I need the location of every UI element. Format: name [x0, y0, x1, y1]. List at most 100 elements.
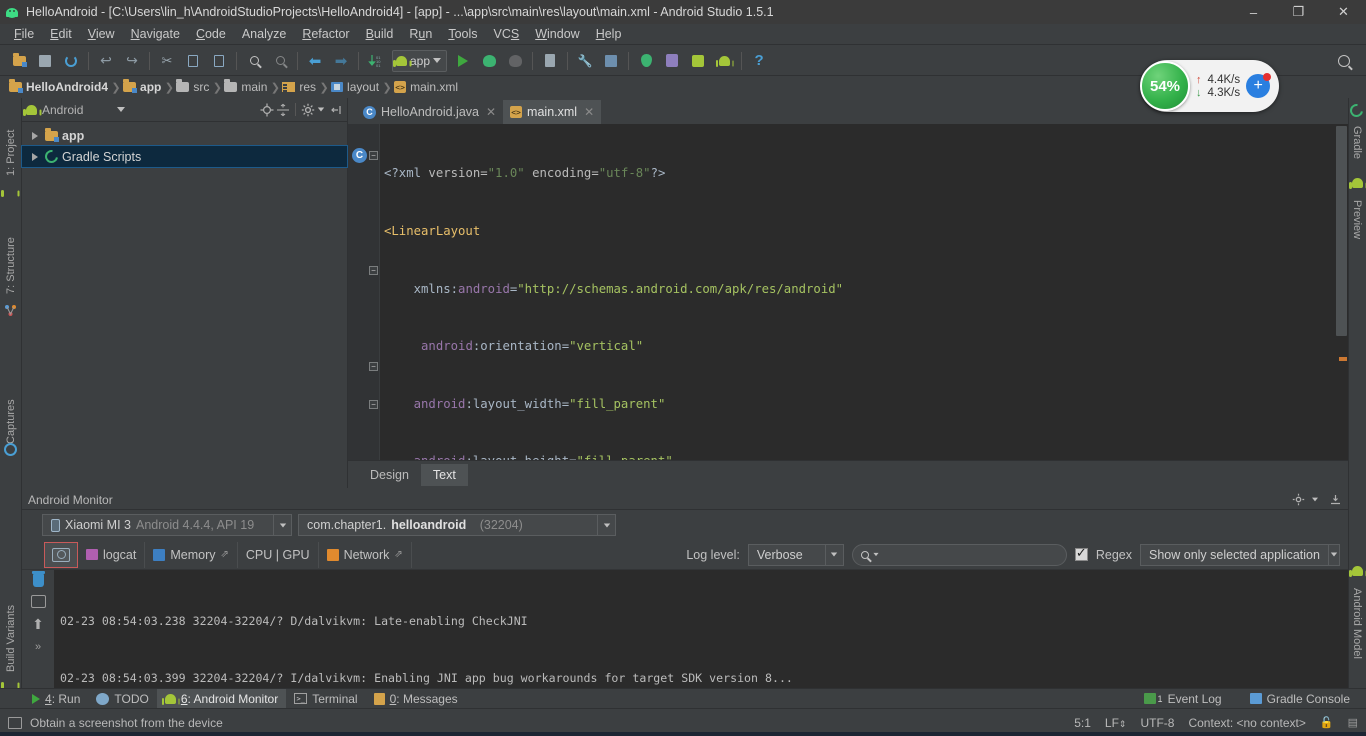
logcat-output[interactable]: 02-23 08:54:03.238 32204-32204/? D/dalvi… — [54, 570, 1338, 688]
maximize-button[interactable]: ❐ — [1276, 0, 1321, 24]
breadcrumb-item-src[interactable]: src — [173, 79, 213, 95]
bottom-tab-android-monitor[interactable]: 6: Android Monitor — [156, 688, 287, 709]
sdk-update-icon[interactable] — [686, 49, 710, 73]
tab-memory[interactable]: Memory ⇗ — [145, 541, 238, 568]
chevron-down-icon[interactable] — [317, 107, 325, 112]
sidebar-item-structure[interactable]: 7: Structure — [0, 206, 22, 298]
run-configuration-selector[interactable]: app — [392, 49, 448, 72]
tab-helloandroid-java[interactable]: C HelloAndroid.java ✕ — [356, 100, 503, 124]
memory-usage-circle[interactable]: 54% — [1140, 61, 1190, 111]
undo-icon[interactable]: ↩ — [94, 49, 118, 73]
log-level-selector[interactable]: Verbose — [747, 543, 844, 566]
attach-debugger-icon[interactable] — [538, 49, 562, 73]
breadcrumb-item-app[interactable]: app — [120, 79, 165, 95]
more-icon[interactable]: » — [35, 641, 41, 653]
lock-icon[interactable]: 🔓 — [1320, 716, 1334, 729]
chevron-right-icon[interactable] — [32, 152, 38, 161]
sidebar-item-gradle[interactable]: Gradle — [1348, 122, 1366, 170]
replace-icon[interactable] — [268, 49, 292, 73]
chevron-down-icon[interactable] — [273, 515, 291, 535]
menu-run[interactable]: Run — [401, 25, 440, 43]
caret-position[interactable]: 5:1 — [1074, 716, 1091, 730]
bottom-tab-terminal[interactable]: >_ Terminal — [286, 689, 365, 709]
line-separator[interactable]: LF⇕ — [1105, 716, 1127, 730]
bottom-tab-run[interactable]: 4: Run — [24, 689, 88, 709]
breadcrumb-item-res[interactable]: res — [279, 79, 320, 95]
logcat-scrollbar[interactable] — [1338, 570, 1348, 688]
close-icon[interactable]: ✕ — [486, 105, 496, 119]
tab-text[interactable]: Text — [420, 463, 468, 486]
chevron-down-icon[interactable] — [873, 552, 879, 557]
paste-icon[interactable] — [207, 49, 231, 73]
network-speed-widget[interactable]: 54% ↑ 4.4K/s ↓ 4.3K/s + — [1140, 60, 1279, 112]
search-everywhere-icon[interactable] — [1332, 49, 1356, 73]
avd-manager-icon[interactable] — [660, 49, 684, 73]
application-filter-selector[interactable]: Show only selected application — [1140, 543, 1340, 566]
tab-cpu-gpu[interactable]: CPU | GPU — [238, 541, 319, 568]
device-selector[interactable]: Xiaomi MI 3 Android 4.4.4, API 19 — [42, 514, 292, 536]
editor-scrollbar[interactable] — [1334, 124, 1348, 460]
chevron-down-icon[interactable] — [597, 515, 615, 535]
breadcrumb-item-main[interactable]: main — [221, 79, 271, 95]
close-icon[interactable]: ✕ — [584, 105, 594, 119]
scrollbar-thumb[interactable] — [1336, 126, 1347, 336]
menu-vcs[interactable]: VCS — [486, 25, 528, 43]
context-indicator[interactable]: Context: <no context> — [1188, 716, 1305, 730]
android-device-monitor-icon[interactable] — [712, 49, 736, 73]
tab-design[interactable]: Design — [358, 464, 421, 486]
menu-navigate[interactable]: Navigate — [123, 25, 188, 43]
tab-main-xml[interactable]: <> main.xml ✕ — [503, 100, 602, 124]
chevron-down-icon[interactable] — [117, 107, 126, 112]
target-icon[interactable] — [260, 103, 274, 117]
detach-icon[interactable]: ⇗ — [394, 549, 402, 560]
help-icon[interactable]: ? — [747, 49, 771, 73]
run-button[interactable] — [451, 49, 475, 73]
tree-item-gradle-scripts[interactable]: Gradle Scripts — [21, 145, 348, 168]
close-button[interactable]: ✕ — [1321, 0, 1366, 24]
sidebar-item-captures[interactable]: Captures — [0, 376, 22, 448]
menu-refactor[interactable]: Refactor — [294, 25, 357, 43]
fold-toggle-icon[interactable]: − — [369, 151, 378, 160]
find-icon[interactable] — [242, 49, 266, 73]
add-widget-button[interactable]: + — [1246, 73, 1272, 98]
menu-tools[interactable]: Tools — [440, 25, 485, 43]
menu-help[interactable]: Help — [588, 25, 630, 43]
back-icon[interactable]: ⬅ — [303, 49, 327, 73]
fold-toggle-icon[interactable]: − — [369, 362, 378, 371]
coverage-button[interactable] — [503, 49, 527, 73]
open-project-icon[interactable] — [7, 49, 31, 73]
minimize-button[interactable]: – — [1231, 0, 1276, 24]
tab-screenshot[interactable] — [44, 541, 78, 568]
trash-icon[interactable] — [31, 571, 45, 587]
file-encoding[interactable]: UTF-8 — [1140, 716, 1174, 730]
regex-checkbox[interactable] — [1074, 545, 1088, 561]
hide-panel-icon[interactable] — [1329, 493, 1342, 506]
export-icon[interactable] — [30, 595, 46, 608]
sidebar-item-build-variants[interactable]: Build Variants — [0, 576, 22, 676]
menu-file[interactable]: File — [6, 25, 42, 43]
sidebar-item-preview[interactable]: Preview — [1348, 196, 1366, 252]
fold-toggle-icon[interactable]: − — [369, 266, 378, 275]
redo-icon[interactable]: ↪ — [120, 49, 144, 73]
gradle-sync-icon[interactable]: 01 10 01 — [364, 49, 388, 73]
breadcrumb-item-project[interactable]: HelloAndroid4 — [6, 79, 112, 95]
chevron-down-icon[interactable] — [1312, 497, 1318, 502]
gear-icon[interactable] — [1292, 493, 1305, 506]
gear-icon[interactable] — [301, 103, 315, 117]
menu-code[interactable]: Code — [188, 25, 234, 43]
copy-icon[interactable] — [181, 49, 205, 73]
chevron-down-icon[interactable] — [1327, 544, 1339, 565]
settings-icon[interactable]: 🔧 — [573, 49, 597, 73]
fold-toggle-icon[interactable]: − — [369, 400, 378, 409]
tree-item-app[interactable]: app — [22, 125, 347, 146]
scroll-up-icon[interactable]: ⬆ — [32, 616, 44, 633]
sidebar-item-project[interactable]: 1: Project — [0, 104, 22, 180]
project-structure-icon[interactable] — [599, 49, 623, 73]
hide-panel-icon[interactable] — [329, 103, 343, 117]
code-editor[interactable]: <?xml version="1.0" encoding="utf-8"?> <… — [380, 124, 1334, 460]
detach-icon[interactable]: ⇗ — [221, 549, 229, 560]
chevron-right-icon[interactable] — [32, 131, 38, 140]
menu-analyze[interactable]: Analyze — [234, 25, 294, 43]
editor-gutter[interactable]: C − − − − — [348, 124, 380, 488]
breadcrumb-item-layout[interactable]: layout — [328, 79, 383, 95]
